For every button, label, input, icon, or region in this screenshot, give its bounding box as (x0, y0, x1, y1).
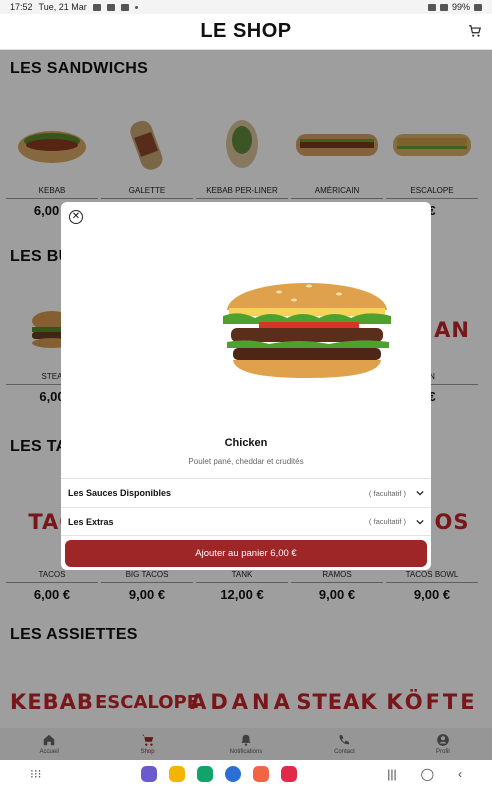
message-icon (120, 3, 129, 11)
option-sauces[interactable]: Les Sauces Disponibles ( facultatif ) (61, 478, 431, 507)
nav-dim (0, 728, 492, 760)
apps-grid-icon[interactable]: ⁝⁝⁝ (30, 767, 41, 781)
product-name: Chicken (224, 437, 268, 449)
option-label: Les Extras (68, 516, 114, 527)
option-label: Les Sauces Disponibles (68, 488, 172, 498)
page-title: LE SHOP (200, 20, 292, 42)
chevron-down-icon[interactable] (416, 489, 424, 497)
recent-apps-icon[interactable]: ||| (387, 767, 396, 781)
chicken-burger-image (223, 283, 391, 378)
app-icon-phone[interactable] (197, 766, 214, 782)
chevron-down-icon[interactable] (416, 518, 424, 526)
app-icon-camera[interactable] (281, 766, 298, 782)
app-icon-contacts[interactable] (253, 766, 270, 782)
status-date: Tue, 21 Mar (38, 2, 87, 12)
battery-level: 99% (451, 2, 470, 12)
option-note: ( facultatif ) (368, 517, 406, 526)
app-icon-messages[interactable] (225, 766, 242, 782)
status-time: 17:52 (10, 2, 33, 12)
app-icon-files[interactable] (169, 766, 186, 782)
product-description: Poulet pané, cheddar et crudités (188, 457, 304, 466)
cart-icon[interactable] (468, 24, 482, 38)
add-to-cart-button[interactable]: Ajouter au panier 6,00 € (65, 540, 427, 567)
home-button-icon[interactable]: ◯ (421, 767, 434, 781)
signal-icon (439, 3, 448, 11)
back-icon[interactable]: ‹ (458, 767, 462, 781)
system-nav-bar: ⁝⁝⁝ ||| ◯ ‹ (0, 760, 492, 788)
product-modal: ✕ Chicken Poulet pané, cheddar et crudit… (61, 202, 431, 570)
close-icon[interactable]: ✕ (69, 210, 83, 224)
notification-icon (106, 3, 115, 11)
more-dot-icon (134, 5, 138, 9)
battery-icon (474, 3, 482, 11)
option-note: ( facultatif ) (368, 488, 406, 498)
status-bar: 17:52 Tue, 21 Mar 99% (0, 0, 492, 14)
app-header: LE SHOP (0, 14, 492, 50)
app-icon-browser[interactable] (141, 766, 158, 782)
option-extras[interactable]: Les Extras ( facultatif ) (61, 507, 431, 536)
wifi-icon (427, 3, 436, 11)
gallery-icon (92, 3, 101, 11)
